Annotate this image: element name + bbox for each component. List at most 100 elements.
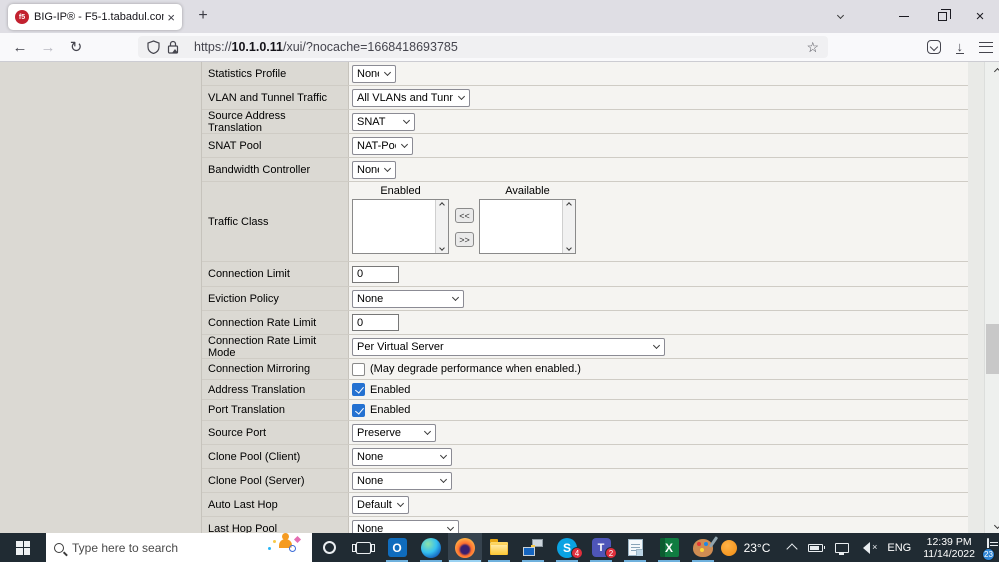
weather-icon[interactable] <box>720 539 737 556</box>
window-close-button[interactable]: × <box>961 0 999 33</box>
address-translation-checkbox[interactable] <box>352 383 365 396</box>
last-hop-pool-select[interactable]: None <box>352 519 459 533</box>
page-scrollbar[interactable] <box>984 62 999 533</box>
taskbar-remote-desktop-button[interactable] <box>516 533 550 562</box>
scroll-up-icon[interactable] <box>566 202 572 208</box>
row-label: Eviction Policy <box>202 287 349 310</box>
back-button[interactable]: ← <box>6 39 34 56</box>
table-row: Source Port Preserve <box>202 421 969 445</box>
row-label: Source Address Translation <box>202 110 349 134</box>
taskbar-notepad-button[interactable] <box>618 533 652 562</box>
connection-rate-limit-mode-select[interactable]: Per Virtual Server <box>352 337 665 356</box>
taskbar-skype-button[interactable]: S4 <box>550 533 584 562</box>
clone-pool-client-select[interactable]: None <box>352 447 452 466</box>
outlook-icon: O <box>387 538 407 557</box>
connection-limit-input[interactable]: 0 <box>352 265 399 283</box>
row-label: Clone Pool (Server) <box>202 469 349 492</box>
chevron-down-icon <box>400 140 409 149</box>
chevron-down-icon <box>402 116 411 125</box>
search-placeholder: Type here to search <box>72 540 179 555</box>
action-center-button[interactable]: 23 <box>982 537 995 561</box>
snat-pool-select[interactable]: NAT-Pool <box>352 136 413 155</box>
battery-icon[interactable] <box>808 543 826 552</box>
eviction-policy-select[interactable]: None <box>352 289 464 308</box>
scroll-up-icon[interactable] <box>439 202 445 208</box>
new-tab-button[interactable]: + <box>192 6 214 28</box>
taskbar-edge-button[interactable] <box>414 533 448 562</box>
table-row: Auto Last Hop Default <box>202 493 969 517</box>
clone-pool-server-select[interactable]: None <box>352 471 452 490</box>
available-list-header: Available <box>505 185 550 197</box>
notepad-icon <box>627 539 643 556</box>
scroll-down-icon[interactable] <box>993 521 999 530</box>
source-address-translation-select[interactable]: SNAT <box>352 112 415 131</box>
source-port-select[interactable]: Preserve <box>352 423 436 442</box>
scroll-up-icon[interactable] <box>993 67 999 76</box>
scroll-down-icon[interactable] <box>566 245 572 251</box>
network-icon[interactable] <box>835 542 850 555</box>
taskbar-excel-button[interactable]: X <box>652 533 686 562</box>
vlan-tunnel-traffic-select[interactable]: All VLANs and Tunnels <box>352 88 470 107</box>
row-label: Port Translation <box>202 400 349 420</box>
url-bar[interactable]: https://10.1.0.11/xui/?nocache=166841869… <box>138 36 828 58</box>
window-minimize-button[interactable] <box>885 0 923 33</box>
checkbox-note: Enabled <box>370 404 411 416</box>
taskbar-search-input[interactable]: Type here to search <box>46 533 312 562</box>
checkbox-note: Enabled <box>370 383 411 396</box>
row-label: Connection Limit <box>202 262 349 286</box>
table-row: Bandwidth Controller None <box>202 158 969 182</box>
listbox-scrollbar[interactable] <box>435 200 448 253</box>
lock-icon[interactable] <box>167 40 179 54</box>
cortana-button[interactable] <box>312 533 346 562</box>
reload-button[interactable]: ↻ <box>62 38 90 56</box>
search-highlights-icon[interactable] <box>266 533 302 557</box>
browser-toolbar: ← → ↻ https://10.1.0.11/xui/?nocache=166… <box>0 33 999 62</box>
table-row: Connection Limit 0 <box>202 262 969 287</box>
scrollbar-thumb[interactable] <box>986 324 999 374</box>
connection-rate-limit-input[interactable]: 0 <box>352 314 399 331</box>
table-row: Port Translation Enabled <box>202 400 969 421</box>
browser-tab[interactable]: f5 BIG-IP® - F5-1.tabadul.com (10 × <box>8 4 182 30</box>
chevron-down-icon <box>457 92 466 101</box>
table-row: Address Translation Enabled <box>202 380 969 400</box>
auto-last-hop-select[interactable]: Default <box>352 495 409 514</box>
window-restore-button[interactable] <box>923 0 961 33</box>
tab-list-chevron-icon[interactable] <box>819 11 857 20</box>
taskbar-outlook-button[interactable]: O <box>380 533 414 562</box>
bookmark-star-icon[interactable]: ☆ <box>806 39 819 56</box>
connection-mirroring-checkbox[interactable] <box>352 362 365 376</box>
tray-chevron-up-icon[interactable] <box>786 543 799 555</box>
tab-close-icon[interactable]: × <box>167 10 175 25</box>
listbox-scrollbar[interactable] <box>562 200 575 253</box>
notification-count-badge: 23 <box>982 547 995 561</box>
taskbar-firefox-button[interactable] <box>448 533 482 562</box>
weather-temperature[interactable]: 23°C <box>744 541 771 555</box>
scroll-down-icon[interactable] <box>439 245 445 251</box>
move-to-enabled-button[interactable]: << <box>455 208 474 223</box>
volume-muted-icon[interactable]: × <box>861 541 877 554</box>
task-view-button[interactable] <box>346 533 380 562</box>
taskbar-clock[interactable]: 12:39 PM 11/14/2022 <box>923 536 975 560</box>
row-label: VLAN and Tunnel Traffic <box>202 86 349 109</box>
port-translation-checkbox[interactable] <box>352 403 365 417</box>
statistics-profile-select[interactable]: None <box>352 64 396 83</box>
tracking-protection-shield-icon[interactable] <box>147 40 160 54</box>
start-button[interactable] <box>0 533 46 562</box>
downloads-icon[interactable]: ↓ <box>955 40 964 54</box>
traffic-class-enabled-list[interactable] <box>352 199 449 254</box>
taskbar-teams-button[interactable]: T2 <box>584 533 618 562</box>
table-row: VLAN and Tunnel Traffic All VLANs and Tu… <box>202 86 969 110</box>
menu-hamburger-icon[interactable] <box>979 41 993 53</box>
taskbar-paint-button[interactable] <box>686 533 720 562</box>
virtual-server-settings-table: Statistics Profile None VLAN and Tunnel … <box>201 62 969 533</box>
taskbar-file-explorer-button[interactable] <box>482 533 516 562</box>
row-label: Bandwidth Controller <box>202 158 349 181</box>
move-to-available-button[interactable]: >> <box>455 232 474 247</box>
row-label: SNAT Pool <box>202 134 349 157</box>
task-view-icon <box>351 541 375 554</box>
language-indicator[interactable]: ENG <box>887 542 911 554</box>
bandwidth-controller-select[interactable]: None <box>352 160 396 179</box>
traffic-class-available-list[interactable] <box>479 199 576 254</box>
table-row: Connection Mirroring (May degrade perfor… <box>202 359 969 380</box>
pocket-icon[interactable] <box>926 40 941 54</box>
